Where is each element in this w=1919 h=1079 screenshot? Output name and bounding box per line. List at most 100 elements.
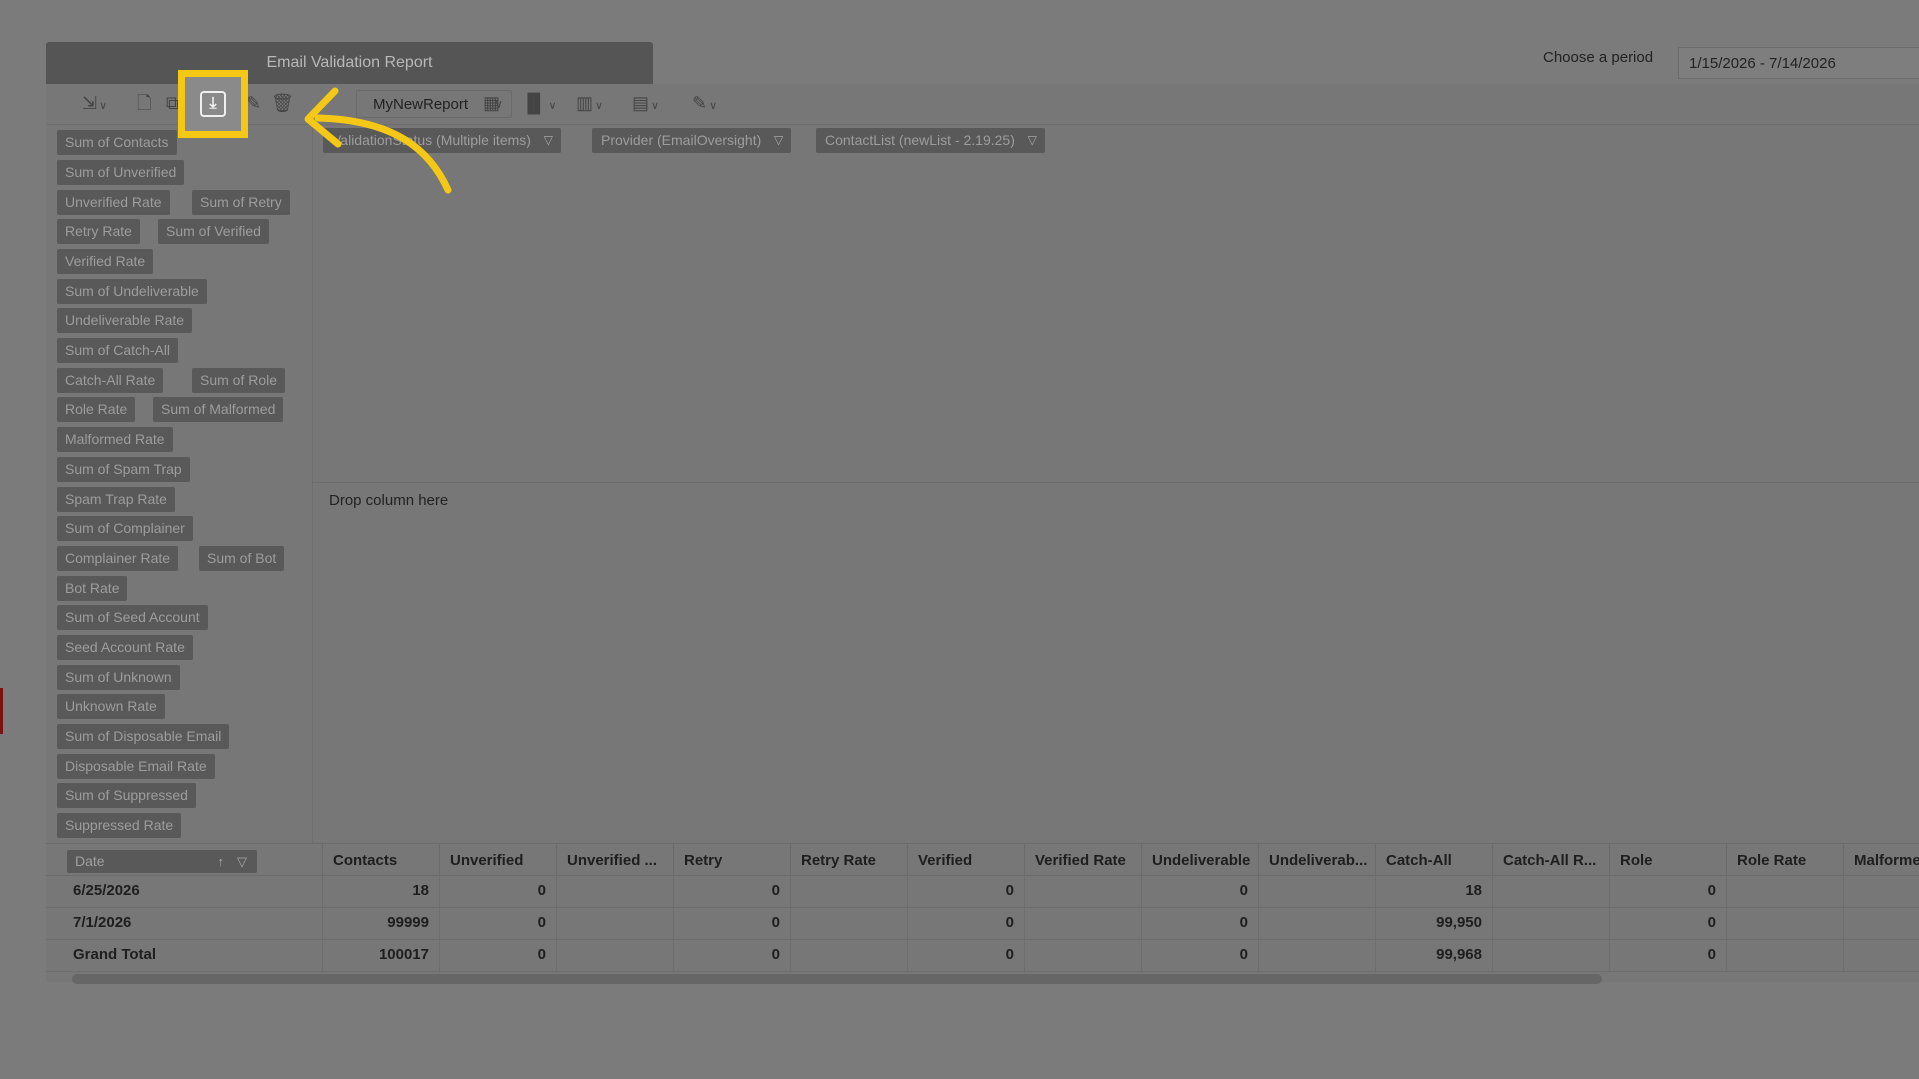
- sort-filter-icon[interactable]: ↑ ▽: [218, 850, 248, 873]
- table-cell: [1843, 940, 1919, 971]
- data-icon[interactable]: ▤ ∨: [632, 93, 659, 116]
- table-cell: [1492, 876, 1609, 907]
- field-chip[interactable]: Sum of Spam Trap: [57, 457, 190, 482]
- table-cell: [790, 940, 907, 971]
- table-cell: [1024, 876, 1141, 907]
- field-chip[interactable]: Seed Account Rate: [57, 635, 193, 660]
- table-cell: [1258, 876, 1375, 907]
- new-report-icon[interactable]: 🗋: [137, 93, 151, 113]
- table-cell: 0: [439, 876, 556, 907]
- table-cell: 0: [1141, 876, 1258, 907]
- column-header[interactable]: Unverified ...: [556, 844, 673, 876]
- field-chip[interactable]: Sum of Unverified: [57, 160, 185, 185]
- report-title: Email Validation Report: [46, 42, 653, 84]
- column-header[interactable]: Role Rate: [1726, 844, 1843, 876]
- column-header[interactable]: Contacts: [322, 844, 439, 876]
- table-cell: 100017: [322, 940, 439, 971]
- table-cell: 0: [907, 876, 1024, 907]
- table-cell: [1492, 940, 1609, 971]
- field-chip[interactable]: Bot Rate: [57, 576, 128, 601]
- field-chip[interactable]: Catch-All Rate: [57, 368, 164, 393]
- row-label: Grand Total: [73, 946, 157, 963]
- field-chip[interactable]: Sum of Contacts: [57, 130, 177, 155]
- field-chip[interactable]: Sum of Retry: [192, 190, 290, 215]
- table-cell: 0: [907, 940, 1024, 971]
- horizontal-scrollbar[interactable]: [72, 974, 1602, 984]
- filter-chip[interactable]: ValidationStatus (Multiple items) ▽: [323, 128, 561, 153]
- field-chip[interactable]: Sum of Suppressed: [57, 783, 196, 808]
- field-chip[interactable]: Sum of Verified: [158, 219, 269, 244]
- table-cell: 99,950: [1375, 908, 1492, 939]
- field-chip[interactable]: Sum of Disposable Email: [57, 724, 230, 749]
- table-cell: 0: [907, 908, 1024, 939]
- field-chip[interactable]: Sum of Undeliverable: [57, 279, 207, 304]
- table-cell: [790, 908, 907, 939]
- row-label: 7/1/2026: [73, 914, 132, 931]
- field-chip[interactable]: Retry Rate: [57, 219, 140, 244]
- column-header[interactable]: Retry Rate: [790, 844, 907, 876]
- filter-chip[interactable]: Provider (EmailOversight) ▽: [592, 128, 792, 153]
- table-cell: 0: [439, 940, 556, 971]
- field-chip[interactable]: Undeliverable Rate: [57, 308, 193, 333]
- column-header[interactable]: Undeliverable: [1141, 844, 1258, 876]
- field-chip[interactable]: Disposable Email Rate: [57, 754, 215, 779]
- filter-icon[interactable]: ▽: [774, 128, 783, 153]
- pivot-grid: Date ↑ ▽ Contacts Unverified Unverified …: [46, 843, 1919, 983]
- table-cell: [1843, 876, 1919, 907]
- field-chip[interactable]: Verified Rate: [57, 249, 154, 274]
- table-cell: 0: [1141, 940, 1258, 971]
- table-cell: [1258, 940, 1375, 971]
- filter-label: ContactList (newList - 2.19.25): [825, 132, 1015, 148]
- field-chip[interactable]: Malformed Rate: [57, 427, 173, 452]
- chart-icon[interactable]: ▐▌ ∨: [521, 93, 557, 116]
- grid-icon[interactable]: ▦: [483, 93, 500, 113]
- column-header[interactable]: Unverified: [439, 844, 556, 876]
- field-chip[interactable]: Unknown Rate: [57, 694, 165, 719]
- field-chip[interactable]: Sum of Bot: [199, 546, 285, 571]
- field-chip[interactable]: Sum of Malformed: [153, 397, 284, 422]
- filter-icon[interactable]: ▽: [1028, 128, 1037, 153]
- delete-icon[interactable]: 🗑: [271, 93, 294, 113]
- table-row: 7/1/2026 99999 0 0 0 0 99,950 0: [46, 908, 1919, 940]
- table-cell: [1726, 908, 1843, 939]
- field-chip[interactable]: Sum of Complainer: [57, 516, 193, 541]
- column-header[interactable]: Verified Rate: [1024, 844, 1141, 876]
- column-header[interactable]: Catch-All R...: [1492, 844, 1609, 876]
- column-header[interactable]: Catch-All: [1375, 844, 1492, 876]
- column-header[interactable]: Retry: [673, 844, 790, 876]
- table-cell: 0: [1609, 876, 1726, 907]
- toolbar: ⇲ ∨ 🗋 ⧉ ✎ 🗑 MyNewReport ∨ ▦ ▐▌ ∨ ▥ ∨ ▤ ∨ ✎ ∨: [46, 84, 1919, 125]
- column-header[interactable]: Verified: [907, 844, 1024, 876]
- filter-chip[interactable]: ContactList (newList - 2.19.25) ▽: [816, 128, 1045, 153]
- column-header[interactable]: Malforme: [1843, 844, 1919, 876]
- row-label: 6/25/2026: [73, 882, 140, 899]
- field-chip[interactable]: Unverified Rate: [57, 190, 170, 215]
- pencil-icon[interactable]: ✎ ∨: [692, 93, 717, 116]
- filter-label: ValidationStatus (Multiple items): [332, 132, 531, 148]
- row-field-chip[interactable]: Date ↑ ▽: [67, 850, 257, 873]
- table-cell: [790, 876, 907, 907]
- export-icon[interactable]: ⇲ ∨: [82, 93, 107, 116]
- field-chip[interactable]: Sum of Role: [192, 368, 286, 393]
- column-header[interactable]: Undeliverab...: [1258, 844, 1375, 876]
- field-chip[interactable]: Spam Trap Rate: [57, 487, 175, 512]
- column-drop-zone[interactable]: Drop column here: [329, 492, 448, 509]
- table-cell: [1258, 908, 1375, 939]
- table-cell: [1024, 908, 1141, 939]
- filter-icon[interactable]: ▽: [544, 128, 553, 153]
- field-chip[interactable]: Suppressed Rate: [57, 813, 182, 838]
- column-header[interactable]: Role: [1609, 844, 1726, 876]
- table-cell: 99,968: [1375, 940, 1492, 971]
- field-chip[interactable]: Complainer Rate: [57, 546, 179, 571]
- copy-icon[interactable]: ⧉: [166, 93, 179, 113]
- field-chip[interactable]: Sum of Catch-All: [57, 338, 179, 363]
- field-chip[interactable]: Sum of Seed Account: [57, 605, 208, 630]
- grid-header: Date ↑ ▽ Contacts Unverified Unverified …: [46, 843, 1919, 876]
- field-chip[interactable]: Role Rate: [57, 397, 136, 422]
- field-chip[interactable]: Sum of Unknown: [57, 665, 180, 690]
- table-cell: [556, 876, 673, 907]
- edit-icon[interactable]: ✎: [246, 93, 261, 113]
- layout-icon[interactable]: ▥ ∨: [576, 93, 603, 116]
- period-input[interactable]: 1/15/2026 - 7/14/2026: [1678, 47, 1919, 79]
- save-icon: ⤓: [200, 91, 226, 117]
